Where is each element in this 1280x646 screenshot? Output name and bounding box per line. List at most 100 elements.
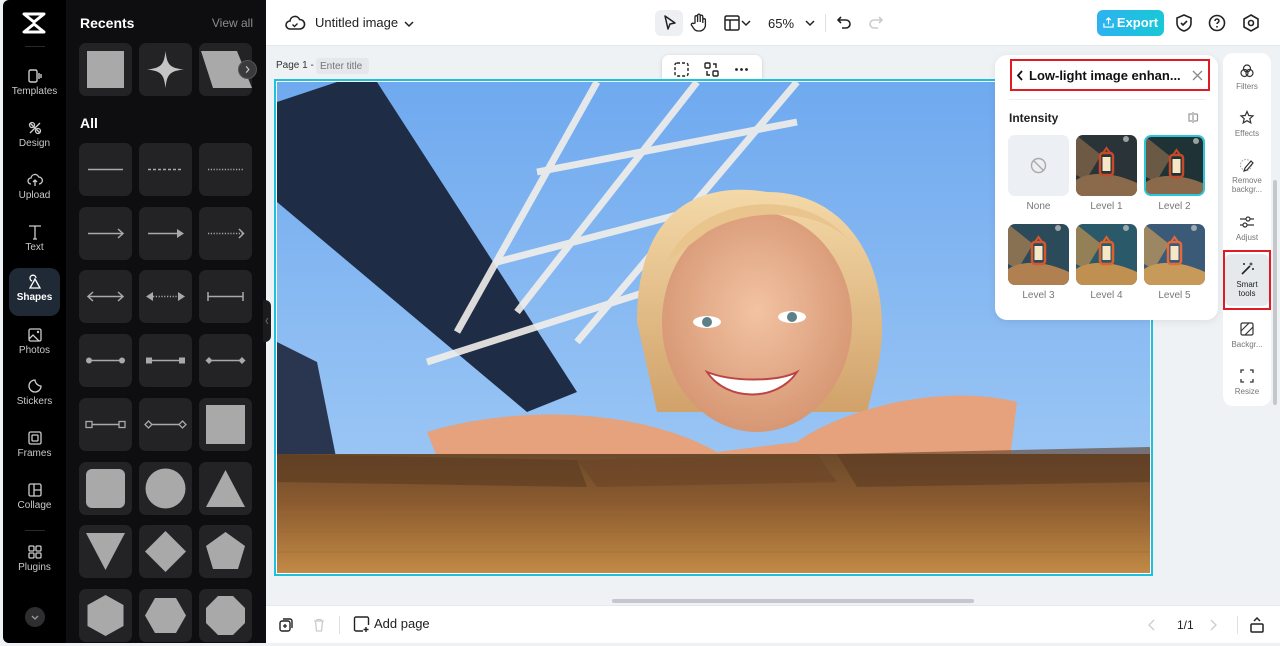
toolbar-divider <box>825 14 826 32</box>
capcut-logo-icon[interactable] <box>21 12 47 34</box>
hollow-diamond-end-line-icon <box>144 419 187 429</box>
rail-item-text[interactable]: Text <box>9 218 60 266</box>
compare-icon[interactable] <box>1187 111 1199 124</box>
rail-more-button[interactable] <box>25 607 45 627</box>
shape-square-end-line[interactable] <box>139 334 192 388</box>
chevron-down-icon[interactable] <box>740 11 752 35</box>
photos-icon <box>27 328 42 342</box>
shape-double-arrow[interactable] <box>79 270 132 324</box>
select-tool-button[interactable] <box>655 10 683 36</box>
shape-square[interactable] <box>199 397 252 451</box>
document-title[interactable]: Untitled image <box>315 15 398 30</box>
vertical-scrollbar[interactable] <box>1273 180 1277 405</box>
shape-dotted-arrow[interactable] <box>199 206 252 260</box>
recent-shape-square[interactable] <box>79 43 132 96</box>
hand-tool-icon[interactable] <box>687 11 711 35</box>
recent-shape-star[interactable] <box>139 43 192 96</box>
tool-resize[interactable]: Resize <box>1225 368 1269 396</box>
intensity-option-level-5[interactable] <box>1144 224 1205 285</box>
rail-item-shapes[interactable]: Shapes <box>9 268 60 316</box>
shape-horizontal-hexagon[interactable] <box>139 588 192 642</box>
prev-page-icon[interactable] <box>1146 618 1158 632</box>
shape-diamond[interactable] <box>139 525 192 579</box>
shape-diamond-end-line[interactable] <box>199 334 252 388</box>
delete-page-icon[interactable] <box>311 617 327 633</box>
tool-adjust[interactable]: Adjust <box>1225 214 1269 242</box>
rail-item-upload[interactable]: Upload <box>9 166 60 214</box>
tool-label: Filters <box>1236 82 1258 91</box>
page-manager-icon[interactable] <box>1249 616 1265 634</box>
cloud-save-icon[interactable] <box>283 11 307 35</box>
back-icon[interactable] <box>1015 69 1025 82</box>
shape-arrow-line[interactable] <box>79 206 132 260</box>
page-title-input[interactable] <box>316 58 369 74</box>
tool-filters[interactable]: Filters <box>1225 63 1269 91</box>
intensity-option-level-4[interactable] <box>1076 224 1137 285</box>
shape-triangle[interactable] <box>199 461 252 515</box>
rail-item-stickers[interactable]: Stickers <box>9 372 60 420</box>
shield-check-icon[interactable] <box>1172 11 1196 35</box>
intensity-option-level-1[interactable] <box>1076 135 1137 196</box>
shape-dotted-line[interactable] <box>199 143 252 196</box>
intensity-option-level-2[interactable] <box>1144 135 1205 196</box>
tool-remove-background[interactable]: Remove backgr... <box>1225 157 1269 194</box>
shape-inverted-triangle[interactable] <box>79 525 132 579</box>
horizontal-scrollbar[interactable] <box>612 599 974 603</box>
rail-item-frames[interactable]: Frames <box>9 424 60 472</box>
help-icon[interactable] <box>1205 11 1229 35</box>
rail-divider <box>25 530 45 531</box>
intensity-label: Intensity <box>1009 111 1059 125</box>
settings-icon[interactable] <box>1239 11 1263 35</box>
shape-rounded-square[interactable] <box>79 461 132 515</box>
rail-item-collage[interactable]: Collage <box>9 476 60 524</box>
redo-icon[interactable] <box>863 11 887 35</box>
add-page-icon[interactable] <box>353 616 370 633</box>
shape-dashed-line[interactable] <box>139 143 192 196</box>
tool-effects[interactable]: Effects <box>1225 110 1269 138</box>
intensity-option-none[interactable] <box>1008 135 1069 196</box>
close-icon[interactable] <box>1191 69 1204 82</box>
rail-item-design[interactable]: Design <box>9 114 60 162</box>
shape-dotted-double-arrow[interactable] <box>139 270 192 324</box>
panel-collapse-handle[interactable] <box>263 300 271 342</box>
rail-item-photos[interactable]: Photos <box>9 321 60 369</box>
triangle-icon <box>206 469 245 507</box>
select-area-icon[interactable] <box>673 61 690 78</box>
shape-octagon[interactable] <box>199 588 252 642</box>
export-button[interactable]: Export <box>1097 10 1164 36</box>
effect-panel: Low-light image enhan... Intensity None L… <box>995 55 1218 320</box>
add-page-button[interactable]: Add page <box>374 616 430 631</box>
shape-line[interactable] <box>79 143 132 196</box>
rail-item-templates[interactable]: Templates <box>9 62 60 110</box>
tool-background[interactable]: Backgr... <box>1225 321 1269 349</box>
chevron-down-icon[interactable] <box>402 12 416 36</box>
undo-icon[interactable] <box>833 11 857 35</box>
shape-arrow-solid[interactable] <box>139 206 192 260</box>
shape-circle-end-line[interactable] <box>79 334 132 388</box>
hexagon-icon <box>87 594 124 636</box>
shape-hexagon[interactable] <box>79 588 132 642</box>
shape-bracket-line[interactable] <box>199 270 252 324</box>
bottom-divider <box>339 616 340 634</box>
upload-icon <box>26 173 43 186</box>
recents-next-button[interactable] <box>238 60 257 79</box>
inverted-triangle-icon <box>86 533 125 571</box>
view-all-link[interactable]: View all <box>212 16 253 30</box>
zoom-level[interactable]: 65% <box>768 16 794 31</box>
more-icon[interactable] <box>733 61 750 78</box>
shape-hollow-diamond-end-line[interactable] <box>139 397 192 451</box>
next-page-icon[interactable] <box>1207 618 1219 632</box>
effect-panel-header: Low-light image enhan... <box>1010 59 1210 91</box>
remove-background-icon <box>1240 159 1254 172</box>
rail-item-plugins[interactable]: Plugins <box>9 538 60 586</box>
replace-icon[interactable] <box>703 61 720 78</box>
duplicate-page-icon[interactable] <box>278 617 294 633</box>
intensity-option-level-3[interactable] <box>1008 224 1069 285</box>
shape-hollow-square-end-line[interactable] <box>79 397 132 451</box>
circle-icon <box>145 468 186 508</box>
adjust-icon <box>1240 216 1254 228</box>
shape-circle[interactable] <box>139 461 192 515</box>
shape-pentagon[interactable] <box>199 525 252 579</box>
chevron-down-icon[interactable] <box>803 11 817 35</box>
square-icon <box>206 404 245 444</box>
